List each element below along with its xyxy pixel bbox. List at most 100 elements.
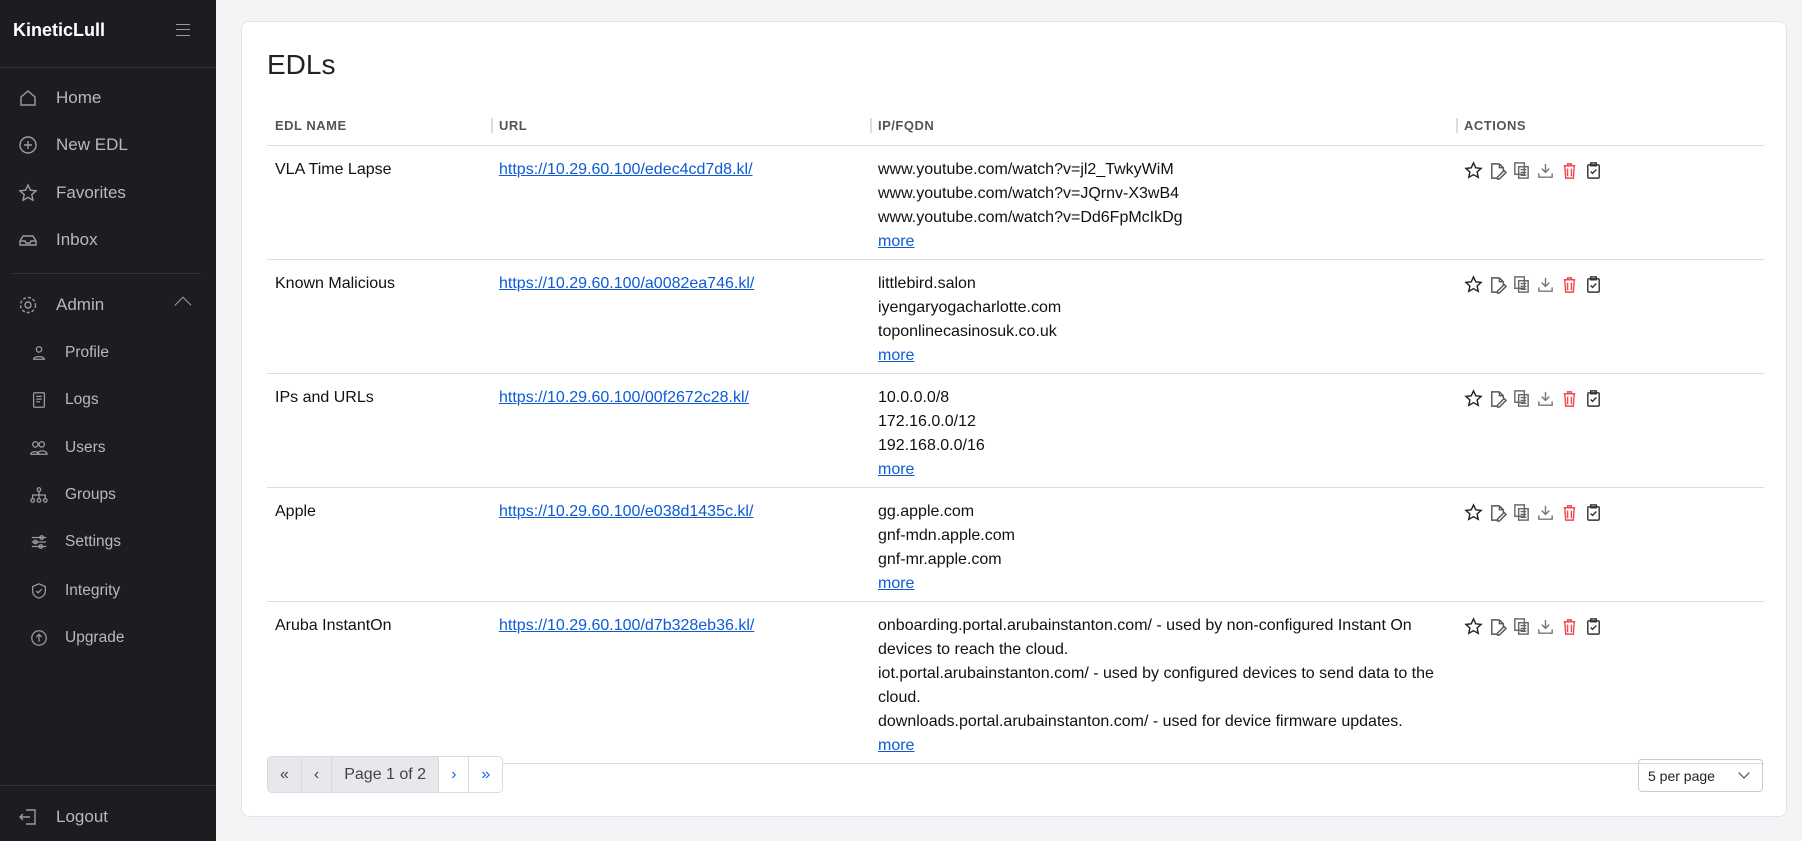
gear-icon [19,296,37,314]
nav-new-edl[interactable]: New EDL [18,135,128,155]
download-icon[interactable] [1536,275,1555,294]
col-header-actions: ACTIONS [1456,106,1764,146]
copy-icon[interactable] [1512,275,1531,294]
copy-icon[interactable] [1512,617,1531,636]
clipboard-check-icon[interactable] [1584,617,1603,636]
edit-icon[interactable] [1488,161,1507,180]
entry: gnf-mr.apple.com [878,550,1002,568]
nav-label: Groups [65,486,116,503]
clipboard-check-icon[interactable] [1584,161,1603,180]
sidebar: KineticLull Home New EDL Favorites Inbox… [0,0,216,841]
nav-label: Home [56,88,102,107]
sliders-icon [31,535,47,549]
download-icon[interactable] [1536,161,1555,180]
nav-profile[interactable]: Profile [30,344,109,362]
last-page-button[interactable]: » [469,757,503,792]
nav-admin[interactable]: Admin [18,295,104,315]
chevron-down-icon [1738,767,1750,779]
entry: www.youtube.com/watch?v=jl2_TwkyWiM [878,160,1174,178]
copy-icon[interactable] [1512,161,1531,180]
menu-toggle-icon[interactable] [176,24,190,36]
nav-settings[interactable]: Settings [30,533,121,551]
nav-inbox[interactable]: Inbox [18,230,98,250]
ip-fqdn-cell: gg.apple.com gnf-mdn.apple.com gnf-mr.appl… [870,487,1456,602]
edl-url-link[interactable]: https://10.29.60.100/a0082ea746.kl/ [499,275,754,292]
delete-icon[interactable] [1560,389,1579,408]
entry: gg.apple.com [878,502,975,520]
home-icon [20,90,36,106]
entry: littlebird.salon [878,274,976,292]
entry: 10.0.0.0/8 [878,388,950,406]
delete-icon[interactable] [1560,503,1579,522]
favorite-star-icon[interactable] [1464,502,1483,522]
row-actions [1464,500,1756,522]
ip-fqdn-cell: onboarding.portal.arubainstanton.com/ - … [870,601,1456,764]
divider [0,67,216,68]
more-link[interactable]: more [878,461,914,478]
clipboard-check-icon[interactable] [1584,503,1603,522]
edit-icon[interactable] [1488,503,1507,522]
nav-label: Integrity [65,582,121,599]
ip-fqdn-cell: www.youtube.com/watch?v=jl2_TwkyWiM www.y… [870,145,1456,260]
nav-label: Favorites [56,183,126,202]
edit-icon[interactable] [1488,617,1507,636]
row-actions [1464,386,1756,408]
copy-icon[interactable] [1512,503,1531,522]
row-actions [1464,272,1756,294]
logout-icon [19,809,36,825]
edl-url-link[interactable]: https://10.29.60.100/00f2672c28.kl/ [499,389,749,406]
row-actions [1464,614,1756,636]
nav-label: Upgrade [65,629,125,646]
entry: gnf-mdn.apple.com [878,526,1015,544]
more-link[interactable]: more [878,347,914,364]
next-page-button[interactable]: › [439,757,470,792]
shield-icon [32,583,46,599]
entry: iyengaryogacharlotte.com [878,298,1062,316]
entry: 192.168.0.0/16 [878,436,985,454]
favorite-star-icon[interactable] [1464,388,1483,408]
download-icon[interactable] [1536,617,1555,636]
edl-url-link[interactable]: https://10.29.60.100/edec4cd7d8.kl/ [499,161,753,178]
download-icon[interactable] [1536,503,1555,522]
table-row: Apple https://10.29.60.100/e038d1435c.kl… [267,487,1764,602]
favorite-star-icon[interactable] [1464,274,1483,294]
nav-label: Settings [65,533,122,550]
edl-url-link[interactable]: https://10.29.60.100/e038d1435c.kl/ [499,503,753,520]
nav-logout[interactable]: Logout [18,807,108,827]
upgrade-icon [31,630,47,646]
per-page-select[interactable]: 5 per page [1638,759,1763,792]
copy-icon[interactable] [1512,389,1531,408]
chevron-up-icon[interactable] [174,296,192,314]
edit-icon[interactable] [1488,275,1507,294]
more-link[interactable]: more [878,233,914,250]
nav-groups[interactable]: Groups [30,486,116,504]
ip-fqdn-cell: littlebird.salon iyengaryogacharlotte.com… [870,259,1456,374]
prev-page-button[interactable]: ‹ [301,757,333,792]
clipboard-check-icon[interactable] [1584,389,1603,408]
plus-circle-icon [19,136,37,154]
clipboard-check-icon[interactable] [1584,275,1603,294]
first-page-button[interactable]: « [268,757,302,792]
nav-users[interactable]: Users [30,439,105,457]
more-link[interactable]: more [878,575,914,592]
favorite-star-icon[interactable] [1464,616,1483,636]
edit-icon[interactable] [1488,389,1507,408]
delete-icon[interactable] [1560,275,1579,294]
edl-name: Aruba InstantOn [267,601,491,764]
delete-icon[interactable] [1560,617,1579,636]
nav-favorites[interactable]: Favorites [18,183,126,203]
more-link[interactable]: more [878,737,914,754]
nav-logs[interactable]: Logs [30,391,99,409]
per-page-value: 5 per page [1648,767,1715,784]
edl-table: EDL NAME URL IP/FQDN ACTIONS VLA Time La… [267,106,1764,764]
favorite-star-icon[interactable] [1464,160,1483,180]
delete-icon[interactable] [1560,161,1579,180]
row-actions [1464,158,1756,180]
nav-home[interactable]: Home [18,88,101,108]
nav-integrity[interactable]: Integrity [30,582,120,600]
edl-url-link[interactable]: https://10.29.60.100/d7b328eb36.kl/ [499,617,754,634]
table-row: IPs and URLs https://10.29.60.100/00f267… [267,373,1764,488]
col-header-ip: IP/FQDN [870,106,1456,146]
nav-upgrade[interactable]: Upgrade [30,629,124,647]
download-icon[interactable] [1536,389,1555,408]
